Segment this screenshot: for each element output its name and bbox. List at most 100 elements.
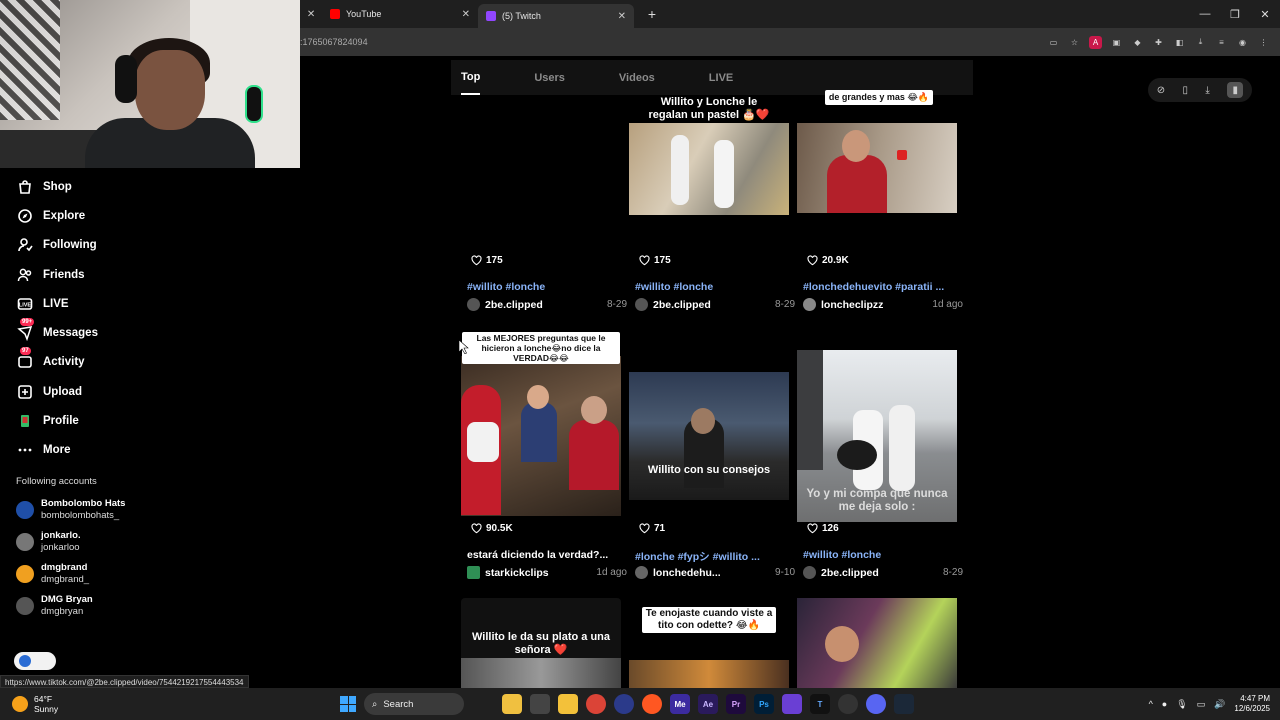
tab-live[interactable]: LIVE	[709, 60, 733, 95]
windows-start-icon[interactable]	[340, 696, 356, 712]
weather-widget[interactable]: 64°F Sunny	[0, 694, 340, 714]
video-author[interactable]: 2be.clipped 8-29	[635, 298, 795, 311]
heart-icon	[807, 523, 818, 534]
tab-top[interactable]: Top	[461, 60, 481, 95]
profile-icon[interactable]: ◉	[1236, 36, 1249, 49]
sidebar-item-profile[interactable]: Profile	[0, 406, 160, 435]
sidebar-item-upload[interactable]: Upload	[0, 377, 160, 406]
brave-icon[interactable]	[642, 694, 662, 714]
profile-icon[interactable]: ▮	[1227, 82, 1244, 98]
taskbar-search[interactable]: ⌕ Search	[364, 693, 464, 715]
adblock-icon[interactable]: A	[1089, 35, 1102, 49]
sidepanel-icon[interactable]: ◧	[1173, 36, 1186, 49]
url-text[interactable]: :1765067824094	[300, 37, 1047, 47]
video-caption[interactable]: #willito #lonche	[467, 281, 627, 293]
file-explorer-icon[interactable]	[558, 694, 578, 714]
sidebar-item-activity[interactable]: 97 Activity	[0, 347, 160, 377]
following-account[interactable]: Bombolombo Hats bombolombohats_	[0, 494, 160, 526]
clock[interactable]: 4:47 PM 12/6/2025	[1234, 694, 1270, 714]
account-handle: dmgbrand_	[41, 573, 90, 585]
minimize-icon[interactable]: —	[1190, 8, 1220, 21]
after-effects-icon[interactable]: Ae	[698, 694, 718, 714]
video-author[interactable]: starkickclips 1d ago	[467, 566, 627, 579]
post-date: 8-29	[942, 567, 963, 578]
video-author[interactable]: lonchedehu... 9-10	[635, 566, 795, 579]
video-caption[interactable]: #lonche #fypシ #willito ...	[635, 549, 795, 564]
new-tab-button[interactable]: +	[642, 4, 662, 24]
widgets-icon[interactable]	[502, 694, 522, 714]
sidebar-item-messages[interactable]: 99+ Messages	[0, 318, 160, 347]
text-editor-icon[interactable]: T	[810, 694, 830, 714]
video-author[interactable]: 2be.clipped 8-29	[803, 566, 963, 579]
close-icon[interactable]: ✕	[462, 9, 470, 20]
cast-icon[interactable]: ▭	[1047, 36, 1060, 49]
webcam-overlay	[0, 0, 300, 168]
sidebar-item-friends[interactable]: Friends	[0, 260, 160, 289]
tab-videos[interactable]: Videos	[619, 60, 655, 95]
photoshop-icon[interactable]: Ps	[754, 694, 774, 714]
display-icon[interactable]: ▭	[1197, 699, 1206, 710]
sidebar-item-following[interactable]: Following	[0, 231, 160, 260]
app-icon[interactable]	[614, 694, 634, 714]
media-encoder-icon[interactable]: Me	[670, 694, 690, 714]
extension-icon[interactable]: ▣	[1110, 36, 1123, 49]
sidebar-item-live[interactable]: LIVE LIVE	[0, 289, 160, 318]
discord-icon[interactable]	[866, 694, 886, 714]
tab-twitch[interactable]: (5) Twitch ✕	[478, 4, 634, 28]
premiere-icon[interactable]: Pr	[726, 694, 746, 714]
compass-icon[interactable]: ⊘	[1157, 85, 1165, 96]
video-thumbnail[interactable]	[797, 598, 957, 688]
like-count-text: 175	[654, 255, 671, 266]
temperature: 64°F	[34, 694, 53, 704]
tab-users[interactable]: Users	[534, 60, 565, 95]
heart-icon	[639, 255, 650, 266]
reading-list-icon[interactable]: ≡	[1215, 36, 1228, 49]
like-count: 175	[471, 255, 503, 266]
tray-app-icon[interactable]: ●	[1162, 699, 1167, 709]
sidebar-item-label: Activity	[43, 356, 85, 369]
download-icon[interactable]: ⤓	[1194, 36, 1207, 49]
explore-icon	[16, 207, 34, 225]
account-name: DMG Bryan	[41, 594, 93, 606]
extension-icon[interactable]: ◆	[1131, 36, 1144, 49]
video-thumbnail[interactable]	[797, 95, 957, 273]
video-author[interactable]: 2be.clipped 8-29	[467, 298, 627, 311]
following-account[interactable]: DMG Bryan dmgbryan	[0, 590, 160, 622]
sidebar-item-label: Messages	[43, 327, 98, 340]
sidebar-item-label: LIVE	[43, 297, 69, 310]
microphone-icon[interactable]: 🎙	[1176, 699, 1187, 710]
maximize-icon[interactable]: ❐	[1220, 8, 1250, 21]
task-view-icon[interactable]	[530, 694, 550, 714]
get-app-pill[interactable]	[14, 652, 56, 670]
twitch-icon	[486, 11, 496, 21]
video-caption[interactable]: #willito #lonche	[635, 281, 795, 293]
sidebar-item-explore[interactable]: Explore	[0, 201, 160, 230]
sidebar-item-more[interactable]: More	[0, 436, 160, 465]
menu-icon[interactable]: ⋮	[1257, 36, 1270, 49]
app-icon[interactable]	[782, 694, 802, 714]
video-thumbnail[interactable]	[461, 95, 621, 273]
phone-icon[interactable]: ▯	[1183, 85, 1189, 96]
video-thumbnail[interactable]	[629, 330, 789, 543]
sidebar-item-shop[interactable]: Shop	[0, 172, 160, 201]
close-icon[interactable]: ✕	[618, 11, 626, 22]
puzzle-icon[interactable]: ✚	[1152, 36, 1165, 49]
following-account[interactable]: dmgbrand dmgbrand_	[0, 558, 160, 590]
like-count-text: 175	[486, 255, 503, 266]
tab-youtube[interactable]: YouTube ✕	[322, 0, 478, 28]
video-caption[interactable]: #willito #lonche	[803, 549, 963, 561]
video-author[interactable]: loncheclipzz 1d ago	[803, 298, 963, 311]
chevron-up-icon[interactable]: ^	[1149, 699, 1153, 709]
chrome-icon[interactable]	[586, 694, 606, 714]
obs-icon[interactable]	[838, 694, 858, 714]
close-window-icon[interactable]: ✕	[1250, 8, 1280, 21]
star-icon[interactable]: ☆	[1068, 36, 1081, 49]
video-caption[interactable]: #lonchedehuevito #paratii ...	[803, 281, 963, 293]
download-icon[interactable]: ⤓	[1205, 85, 1209, 96]
following-account[interactable]: jonkarlo. jonkarloo	[0, 526, 160, 558]
volume-icon[interactable]: 🔊	[1214, 699, 1225, 710]
steam-icon[interactable]	[894, 694, 914, 714]
close-tab-button[interactable]: ✕	[300, 0, 322, 28]
video-caption[interactable]: estará diciendo la verdad?...	[467, 549, 627, 561]
tab-title: (5) Twitch	[502, 11, 541, 21]
